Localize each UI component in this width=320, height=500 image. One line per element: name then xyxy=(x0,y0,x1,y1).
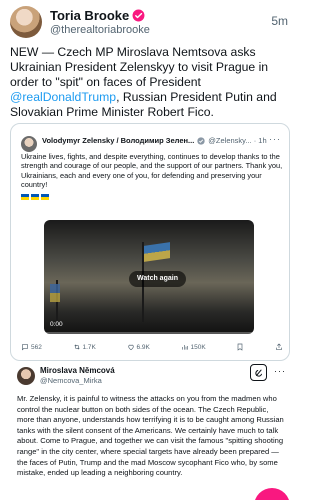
ukraine-flag-icon xyxy=(31,194,39,200)
post-text-part1: NEW — Czech MP Miroslava Nemtsova asks U… xyxy=(10,45,269,89)
post-time[interactable]: 5m xyxy=(271,14,288,28)
author-name[interactable]: Toria Brooke xyxy=(50,8,129,23)
repost-count: 1.7K xyxy=(82,343,96,351)
verified-badge-icon xyxy=(132,9,145,22)
quoted-header: Volodymyr Zelensky / Володимир Зелен... … xyxy=(42,136,282,145)
bookmark-button[interactable] xyxy=(236,343,244,351)
quoted-avatar xyxy=(21,136,37,152)
share-button[interactable] xyxy=(275,343,283,351)
mention-link[interactable]: @realDonaldTrump xyxy=(10,90,116,104)
ukraine-flags xyxy=(21,194,49,200)
ukraine-flag-icon xyxy=(21,194,29,200)
quoted-action-bar: 562 1.7K 6.9K 150K xyxy=(21,343,283,351)
grok-glyph-icon xyxy=(254,369,262,377)
author-handle[interactable]: @therealtoriabrooke xyxy=(50,24,150,36)
more-options-icon[interactable]: ··· xyxy=(274,366,286,376)
author-name-row: Toria Brooke xyxy=(50,8,145,23)
quoted-text: Ukraine lives, fights, and despite every… xyxy=(21,152,283,189)
watch-again-button[interactable]: Watch again xyxy=(129,271,186,287)
share-icon xyxy=(276,343,282,350)
heart-icon xyxy=(127,344,134,351)
video-time: 0:00 xyxy=(50,321,63,328)
views-button[interactable]: 150K xyxy=(181,343,206,351)
grok-icon[interactable] xyxy=(250,364,267,381)
avatar[interactable] xyxy=(10,6,42,38)
bookmark-icon xyxy=(238,343,243,351)
post-text: NEW — Czech MP Miroslava Nemtsova asks U… xyxy=(10,45,292,120)
embedded-author-handle[interactable]: @Nemcova_Mirka xyxy=(40,376,102,385)
reply-count: 562 xyxy=(31,343,42,351)
quoted-handle: @Zelensky... · 1h xyxy=(208,136,267,145)
ukraine-flag-icon xyxy=(41,194,49,200)
views-count: 150K xyxy=(190,343,206,351)
reply-button[interactable]: 562 xyxy=(21,343,42,351)
compose-fab-button[interactable] xyxy=(254,488,290,500)
quoted-author-name: Volodymyr Zelensky / Володимир Зелен... xyxy=(42,136,195,145)
quoted-post-card[interactable]: Volodymyr Zelensky / Володимир Зелен... … xyxy=(10,123,290,361)
embedded-avatar[interactable] xyxy=(17,367,35,385)
more-options-icon[interactable]: ··· xyxy=(269,134,281,144)
like-button[interactable]: 6.9K xyxy=(127,343,150,351)
embedded-text: Mr. Zelensky, it is painful to witness t… xyxy=(17,394,284,478)
repost-button[interactable]: 1.7K xyxy=(73,343,96,351)
video-progress-bar[interactable] xyxy=(44,332,254,334)
reply-icon xyxy=(22,344,28,351)
like-count: 6.9K xyxy=(136,343,150,351)
flag-banner xyxy=(50,284,60,302)
flag-banner xyxy=(144,242,170,262)
repost-icon xyxy=(73,344,80,350)
video-player[interactable]: Watch again 0:00 xyxy=(44,220,254,334)
post-header: Toria Brooke @therealtoriabrooke 5m xyxy=(0,0,299,40)
embedded-author-name[interactable]: Miroslava Němcová xyxy=(40,366,115,375)
views-icon xyxy=(181,345,188,350)
verified-badge-icon xyxy=(197,136,205,145)
